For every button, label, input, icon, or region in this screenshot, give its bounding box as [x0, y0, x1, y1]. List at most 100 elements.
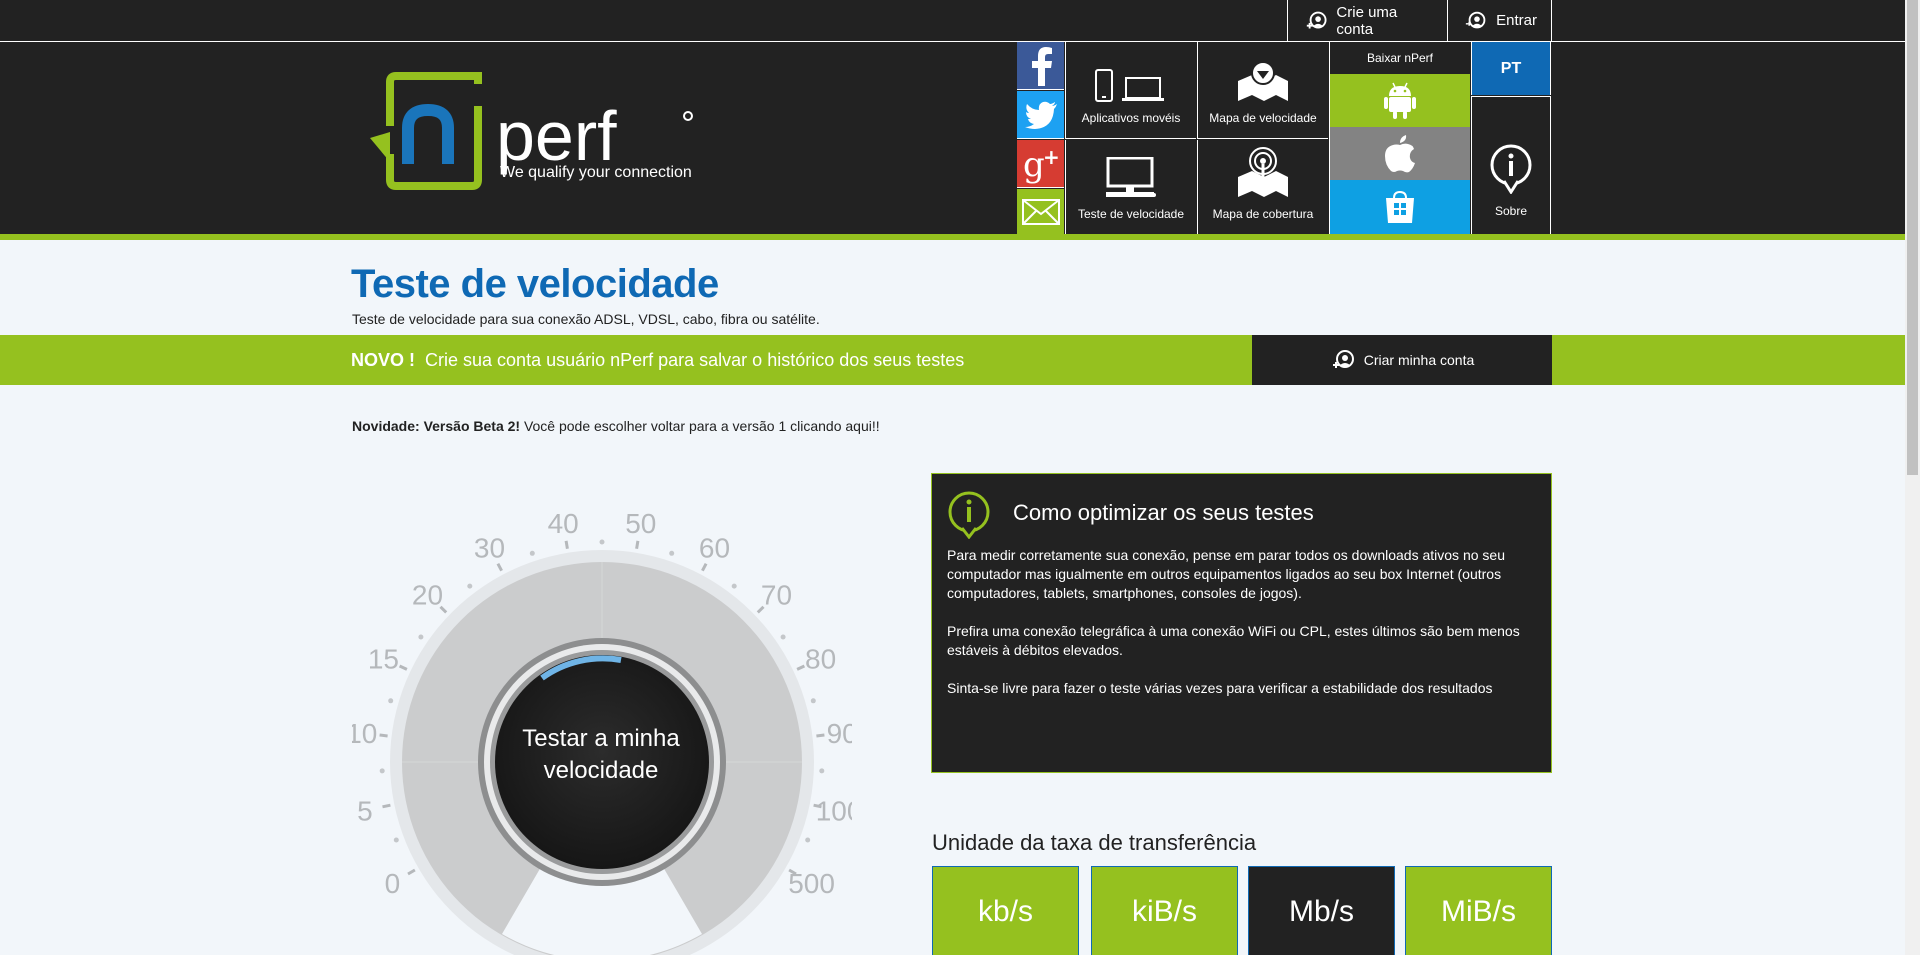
gauge-scale-label: 40 [548, 508, 579, 539]
beta-notice-title: Novidade: Versão Beta 2! [352, 418, 521, 434]
gauge-minor-tick [599, 539, 605, 545]
gauge-major-tick [379, 733, 388, 738]
site-header [0, 41, 1905, 234]
svg-text:+: + [1043, 145, 1060, 169]
apple-icon [1385, 134, 1415, 172]
create-account-label: Crie uma conta [1336, 3, 1398, 38]
gauge-major-tick [816, 733, 825, 738]
download-title: Baixar nPerf [1329, 42, 1470, 74]
email-link[interactable] [1017, 189, 1064, 234]
page-scrollbar[interactable] [1905, 0, 1920, 955]
nav-tile-coverage-map[interactable]: Mapa de cobertura [1197, 140, 1328, 234]
twitter-icon [1024, 101, 1057, 129]
computer-icon [1106, 157, 1156, 197]
start-test-label-line2: velocidade [543, 757, 659, 784]
mail-icon [1021, 198, 1060, 225]
nav-tile-mobile-apps[interactable]: Aplicativos movéis [1065, 42, 1196, 139]
facebook-link[interactable] [1017, 42, 1064, 90]
gauge-minor-tick [819, 768, 825, 774]
gauge-minor-tick [467, 583, 473, 589]
login-label: Entrar [1496, 12, 1537, 29]
gauge-minor-tick [529, 550, 535, 556]
map-pin-icon [1238, 61, 1288, 101]
top-bar: Crie uma conta Entrar [0, 0, 1905, 41]
gauge-major-tick [564, 540, 569, 550]
gauge-major-tick [382, 803, 391, 809]
tip-paragraph: Prefira uma conexão telegráfica à uma co… [947, 623, 1520, 658]
gauge-minor-tick [418, 634, 424, 640]
android-download-button[interactable] [1329, 74, 1470, 127]
scrollbar-thumb[interactable] [1907, 0, 1918, 475]
twitter-link[interactable] [1017, 91, 1064, 139]
user-icon [1465, 11, 1486, 28]
gauge-major-tick [407, 868, 416, 876]
promo-new-label: NOVO ! [351, 349, 416, 370]
gauge-minor-tick [388, 698, 394, 704]
unit-option-mbps[interactable]: Mb/s [1248, 866, 1395, 955]
nav-tile-speed-map[interactable]: Mapa de velocidade [1197, 42, 1328, 139]
gauge-major-tick [635, 540, 640, 550]
page-subtitle: Teste de velocidade para sua conexão ADS… [352, 311, 820, 327]
nav-tile-about[interactable]: Sobre [1471, 96, 1551, 234]
android-icon [1384, 82, 1416, 119]
gauge-scale-label: 10 [352, 718, 377, 749]
gauge-scale-label: 70 [761, 579, 792, 610]
units-title: Unidade da taxa de transferência [932, 830, 1257, 855]
tip-paragraph: Sinta-se livre para fazer o teste várias… [947, 680, 1493, 696]
beta-notice: Novidade: Versão Beta 2! Você pode escol… [352, 418, 880, 434]
gauge-major-tick [701, 562, 708, 572]
gauge-minor-tick [731, 583, 737, 589]
create-my-account-button[interactable]: Criar minha conta [1252, 335, 1552, 385]
user-add-icon [1306, 11, 1327, 29]
nav-tile-speed-map-label: Mapa de velocidade [1209, 111, 1317, 125]
windows-store-icon [1386, 190, 1414, 223]
gauge-major-tick [796, 664, 806, 671]
optimize-tips-title: Como optimizar os seus testes [1013, 500, 1314, 525]
gauge-scale-label: 5 [357, 795, 373, 826]
nav-tile-speed-test[interactable]: Teste de velocidade [1065, 140, 1196, 234]
nav-tile-coverage-map-label: Mapa de cobertura [1212, 207, 1314, 221]
nav-tile-speed-test-label: Teste de velocidade [1077, 207, 1185, 221]
info-icon [1490, 144, 1532, 194]
header-accent-bar [0, 234, 1905, 240]
devices-icon [1095, 69, 1164, 102]
antenna-map-icon [1238, 147, 1288, 197]
gauge-minor-tick [393, 837, 399, 843]
gauge-minor-tick [780, 634, 786, 640]
gauge-minor-tick [669, 550, 675, 556]
gauge-scale-label: 80 [805, 643, 836, 674]
gauge-minor-tick [810, 698, 816, 704]
ios-download-button[interactable] [1329, 127, 1470, 180]
promo-banner: NOVO ! Crie sua conta usuário nPerf para… [0, 335, 1905, 385]
google-plus-link[interactable]: g + [1017, 140, 1064, 188]
nav-tile-mobile-apps-label: Aplicativos movéis [1081, 111, 1181, 125]
promo-message: Crie sua conta usuário nPerf para salvar… [425, 349, 965, 370]
gauge-scale-label: 90 [827, 718, 852, 749]
tip-paragraph: Para medir corretamente sua conexão, pen… [947, 547, 1505, 601]
gauge-minor-tick [379, 768, 385, 774]
gauge-scale-label: 15 [368, 643, 399, 674]
gauge-scale-label: 60 [699, 533, 730, 564]
gauge-scale-label: 500 [788, 868, 835, 899]
gauge-scale-label: 50 [625, 508, 656, 539]
gauge-scale-label: 0 [385, 868, 401, 899]
google-plus-icon: g+ [1023, 145, 1060, 184]
login-link[interactable]: Entrar [1447, 0, 1552, 41]
svg-text:g: g [1023, 145, 1045, 184]
start-test-label-line1: Testar a minha [522, 724, 680, 752]
nav-tile-about-label: Sobre [1494, 204, 1528, 218]
create-my-account-label: Criar minha conta [1363, 352, 1475, 368]
gauge-minor-tick [805, 837, 811, 843]
unit-option-kibps[interactable]: kiB/s [1091, 866, 1238, 955]
unit-option-mibps[interactable]: MiB/s [1405, 866, 1552, 955]
language-selector[interactable]: PT [1471, 42, 1551, 95]
gauge-major-tick [398, 664, 408, 671]
windows-download-button[interactable] [1329, 180, 1470, 234]
gauge-scale-label: 100 [816, 795, 852, 826]
beta-notice-link[interactable]: Você pode escolher voltar para a versão … [524, 418, 880, 434]
gauge-major-tick [496, 562, 503, 572]
info-icon [948, 491, 990, 539]
create-account-link[interactable]: Crie uma conta [1287, 0, 1446, 41]
start-test-button[interactable]: Testar a minha velocidade [500, 654, 702, 856]
unit-option-kbps[interactable]: kb/s [932, 866, 1079, 955]
